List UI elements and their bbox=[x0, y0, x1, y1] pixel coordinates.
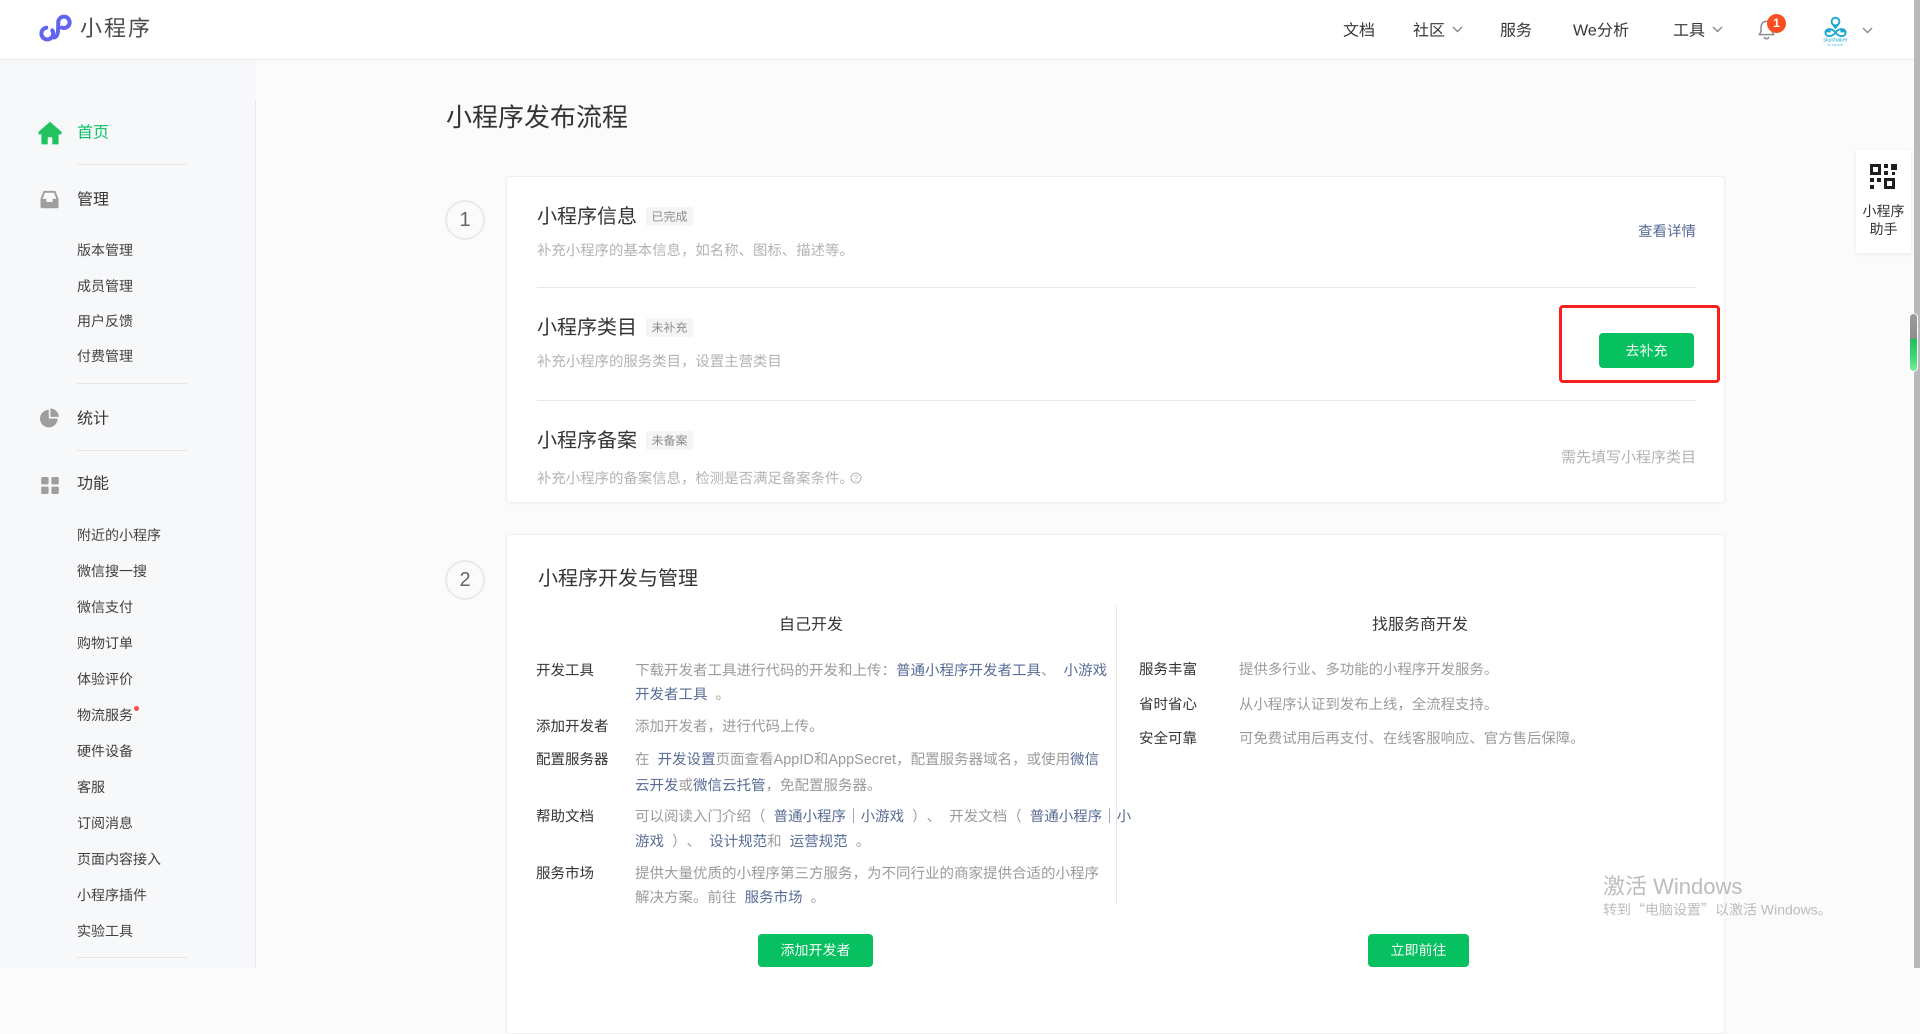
svg-text:for explorer: for explorer bbox=[1827, 43, 1844, 47]
svg-text:?: ? bbox=[854, 474, 859, 483]
svg-text:Windows: Windows bbox=[1761, 902, 1818, 918]
